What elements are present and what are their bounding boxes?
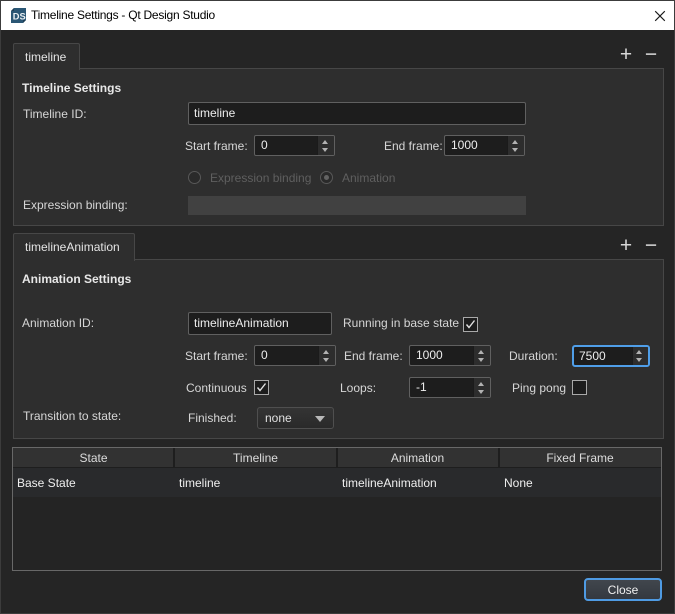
svg-text:DS: DS: [13, 11, 26, 21]
